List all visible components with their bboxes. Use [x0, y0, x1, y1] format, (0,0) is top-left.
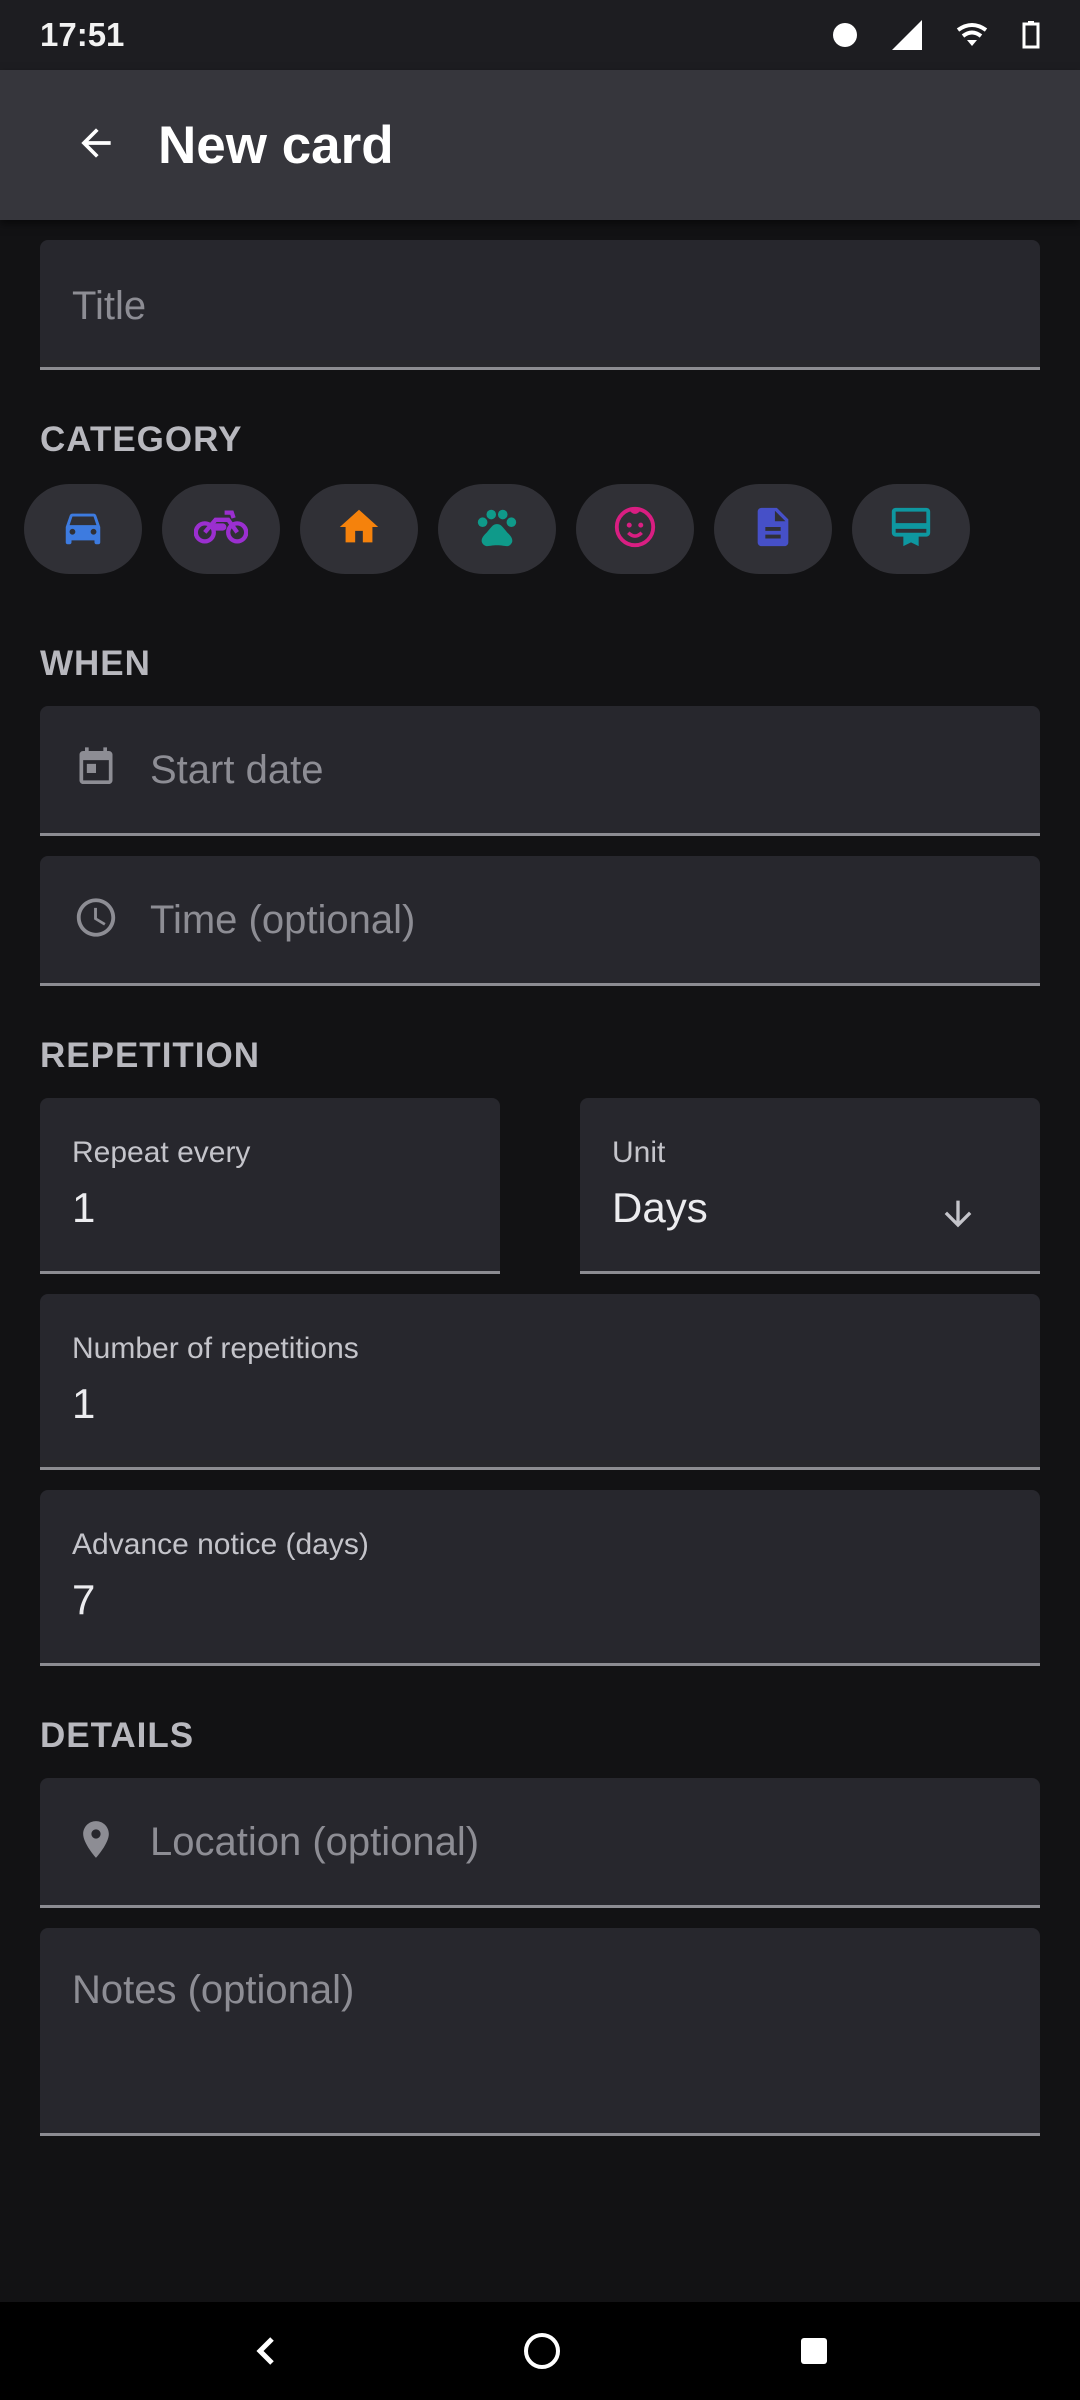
- arrow-down-icon: [938, 1194, 978, 1239]
- repetition-header: REPETITION: [40, 1036, 261, 1075]
- car-icon: [60, 504, 106, 555]
- number-of-repetitions-field[interactable]: Number of repetitions 1: [40, 1294, 1040, 1470]
- motorcycle-icon: [193, 507, 249, 552]
- home-icon: [336, 504, 382, 555]
- status-icons: [832, 20, 1040, 50]
- repeat-every-label: Repeat every: [72, 1136, 251, 1169]
- wifi-icon: [956, 22, 988, 48]
- clock-icon: [73, 894, 119, 945]
- unit-value: Days: [612, 1184, 708, 1231]
- status-time: 17:51: [40, 16, 125, 53]
- location-pin-icon: [74, 1817, 118, 1866]
- advance-notice-value: 7: [72, 1576, 96, 1623]
- category-chip-child[interactable]: [576, 484, 694, 574]
- category-chips: [24, 484, 970, 574]
- category-header: CATEGORY: [40, 420, 243, 459]
- arrow-back-icon: [74, 121, 118, 170]
- start-date-field[interactable]: Start date: [40, 706, 1040, 836]
- category-chip-motorcycle[interactable]: [162, 484, 280, 574]
- category-chip-membership[interactable]: [852, 484, 970, 574]
- notes-placeholder: Notes (optional): [72, 1968, 355, 2012]
- nav-home-icon[interactable]: [523, 2332, 561, 2370]
- unit-label: Unit: [612, 1136, 666, 1169]
- nav-back-icon[interactable]: [252, 2334, 280, 2368]
- category-chip-home[interactable]: [300, 484, 418, 574]
- category-chip-pet[interactable]: [438, 484, 556, 574]
- app-bar: New card: [0, 70, 1080, 220]
- repeat-every-field[interactable]: Repeat every 1: [40, 1098, 500, 1274]
- location-field[interactable]: Location (optional): [40, 1778, 1040, 1908]
- calendar-icon: [74, 745, 118, 794]
- category-chip-car[interactable]: [24, 484, 142, 574]
- location-placeholder: Location (optional): [150, 1820, 480, 1864]
- form-content: Title CATEGORY WHEN Start date Time (opt…: [0, 220, 1080, 2300]
- navigation-bar: [0, 2302, 1080, 2400]
- title-field[interactable]: Title: [40, 240, 1040, 370]
- notes-field[interactable]: Notes (optional): [40, 1928, 1040, 2136]
- nav-recents-icon[interactable]: [800, 2337, 828, 2365]
- battery-icon: [1022, 21, 1040, 49]
- title-placeholder: Title: [72, 284, 147, 328]
- status-bar: 17:51: [0, 0, 1080, 70]
- number-of-repetitions-label: Number of repetitions: [72, 1332, 359, 1365]
- page-title: New card: [158, 115, 394, 175]
- details-header: DETAILS: [40, 1716, 195, 1755]
- signal-icon: [892, 20, 922, 50]
- back-button[interactable]: [46, 95, 146, 195]
- start-date-placeholder: Start date: [150, 748, 324, 792]
- document-icon: [750, 504, 796, 555]
- paw-icon: [474, 504, 520, 555]
- advance-notice-label: Advance notice (days): [72, 1528, 369, 1561]
- repeat-every-value: 1: [72, 1184, 96, 1231]
- number-of-repetitions-value: 1: [72, 1380, 96, 1427]
- advance-notice-field[interactable]: Advance notice (days) 7: [40, 1490, 1040, 1666]
- unit-select[interactable]: Unit Days: [580, 1098, 1040, 1274]
- time-field[interactable]: Time (optional): [40, 856, 1040, 986]
- child-face-icon: [612, 504, 658, 555]
- when-header: WHEN: [40, 644, 151, 683]
- notification-dot-icon: [832, 22, 858, 48]
- card-membership-icon: [888, 504, 934, 555]
- time-placeholder: Time (optional): [150, 898, 416, 942]
- category-chip-document[interactable]: [714, 484, 832, 574]
